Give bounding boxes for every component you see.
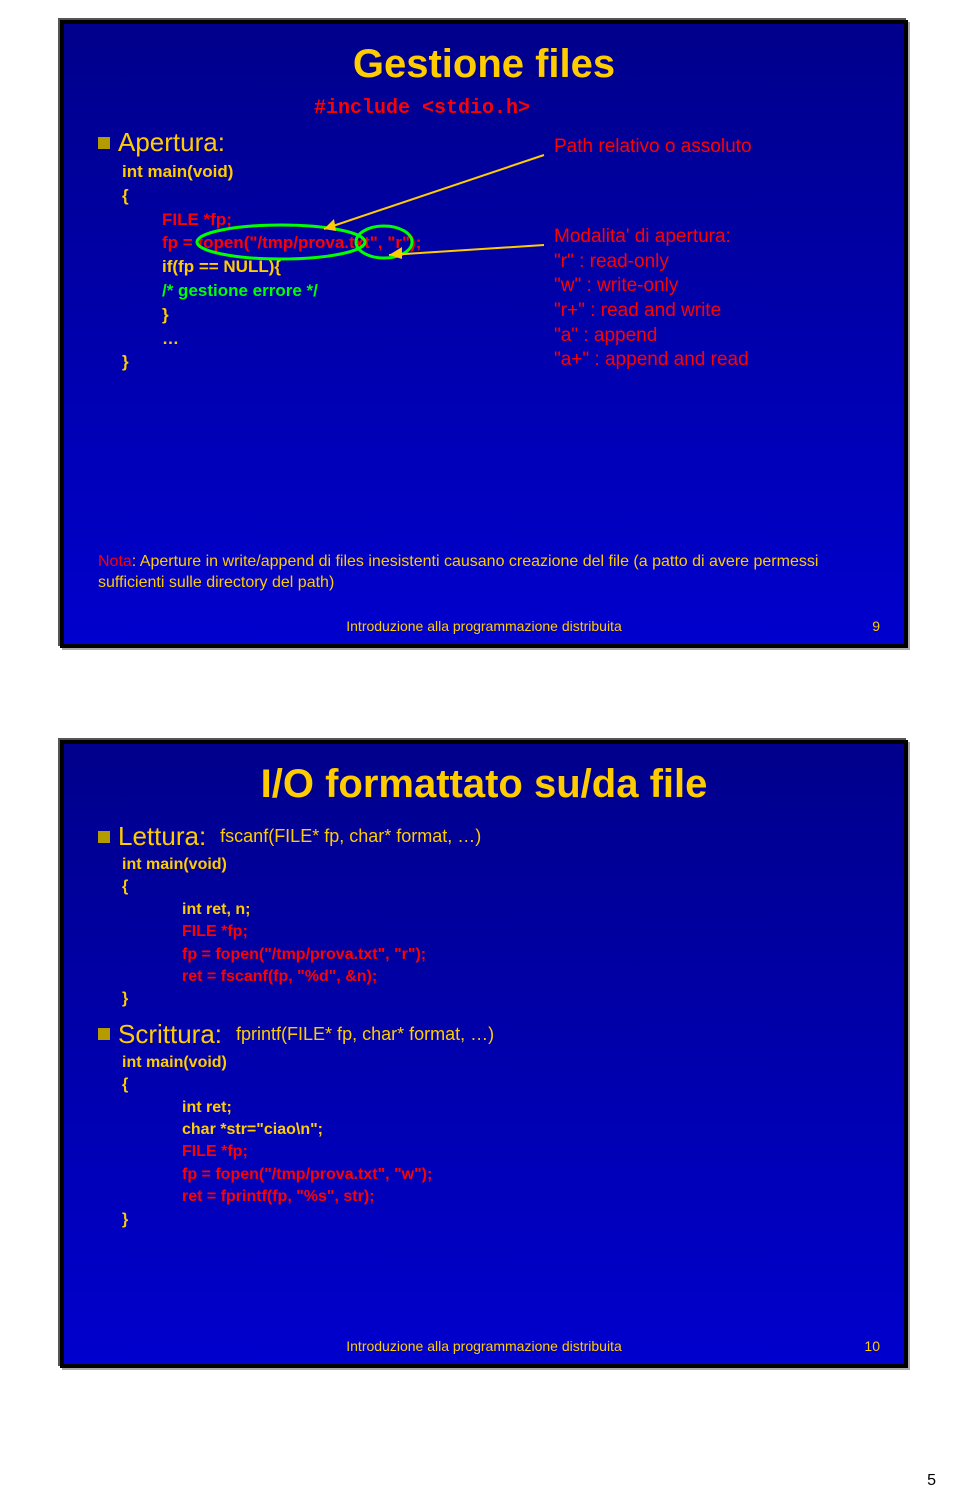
slide-footer: Introduzione alla programmazione distrib… [64,1338,904,1354]
document-page-number: 5 [927,1472,936,1490]
slide-page-number: 10 [864,1338,880,1354]
slide-gestione-files: Gestione files #include <stdio.h> Apertu… [60,20,908,648]
bullet-label: Apertura: [118,125,225,160]
bullet-apertura: Apertura: [98,125,876,160]
bullet-icon [98,831,110,843]
slide-page-number: 9 [872,618,880,634]
code-block: int main(void) { FILE *fp; fp = fopen("/… [122,160,876,374]
code-lettura: int main(void) { int ret, n; FILE *fp; f… [122,854,876,1011]
bullet-icon [98,137,110,149]
annot-path: Path relativo o assoluto [554,135,752,160]
slide-title: Gestione files [64,42,904,87]
bullet-icon [98,1028,110,1040]
slide-title: I/O formattato su/da file [64,762,904,807]
slide-io-formattato: I/O formattato su/da file Lettura: fscan… [60,740,908,1368]
include-directive: #include <stdio.h> [314,97,530,120]
bullet-scrittura: Scrittura: fprintf(FILE* fp, char* forma… [98,1017,876,1052]
note-text: Nota: Aperture in write/append di files … [98,551,870,594]
code-scrittura: int main(void) { int ret; char *str="cia… [122,1052,876,1231]
slide-footer: Introduzione alla programmazione distrib… [64,618,904,634]
bullet-lettura: Lettura: fscanf(FILE* fp, char* format, … [98,819,876,854]
annot-modes: Modalita' di apertura: "r" : read-only "… [554,225,749,373]
